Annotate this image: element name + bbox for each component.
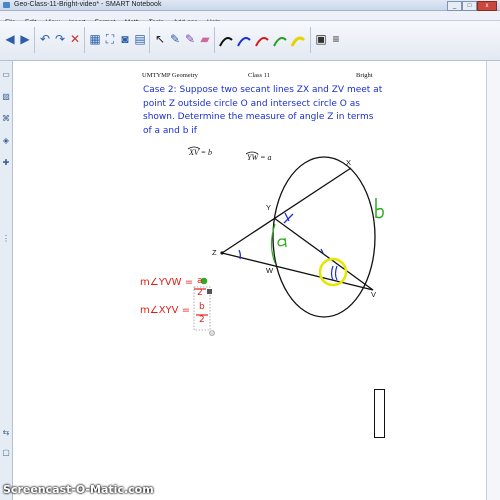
equation-yvw-left: m∠YVW = [140,277,194,288]
secant-zx [221,167,352,254]
point-z-label: Z [212,248,217,257]
selection-resize-handle[interactable] [209,330,215,336]
equation-yvw-numerator: a [197,276,203,286]
equation-xyv-numerator: b [199,302,205,312]
equation-xyv-left: m∠XYV = [140,305,191,316]
secant-zv [221,252,374,291]
equation-yvw-denominator: 2 [197,288,203,298]
handwritten-a [277,237,287,248]
handwritten-b [375,198,384,219]
angle-y-mark [283,212,294,224]
equation-xyv-denominator: 2 [199,315,205,325]
selection-menu-handle[interactable] [207,289,212,294]
circle-o [272,156,376,318]
point-x-label: X [346,158,352,167]
geometry-diagram [187,146,384,336]
point-z-dot [220,251,224,255]
arc-xv-overline [187,146,201,150]
page-extend-box[interactable] [374,389,385,438]
screencast-watermark: Screencast-O-Matic.com [3,483,154,496]
point-y-label: Y [266,203,272,212]
arc-yw-overline [245,151,259,155]
highlight-circle [318,257,348,287]
point-w-label: W [266,266,274,275]
angle-v-mark [330,265,338,281]
point-v-label: V [371,290,377,299]
